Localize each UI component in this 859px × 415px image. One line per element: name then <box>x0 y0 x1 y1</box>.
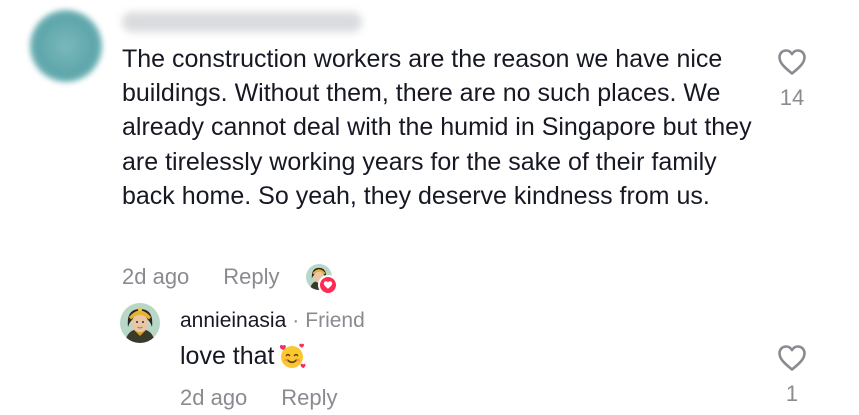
heart-filled-icon <box>317 275 338 295</box>
commenter-avatar[interactable] <box>30 10 102 82</box>
creator-liked-indicator <box>305 264 338 295</box>
reply-username[interactable]: annieinasia <box>180 308 286 334</box>
comment-like-count: 14 <box>779 85 805 110</box>
reply-timestamp: 2d ago <box>180 385 248 410</box>
reply-meta: 2d ago Reply <box>180 383 338 413</box>
reply-text: love that <box>180 342 275 370</box>
commenter-username-redacted[interactable] <box>122 12 362 32</box>
heart-outline-icon[interactable] <box>777 344 807 377</box>
smiling-face-with-hearts-emoji <box>277 341 307 371</box>
comment-reply-button[interactable]: Reply <box>223 264 279 290</box>
reply-header: annieinasia · Friend <box>180 308 365 334</box>
reply-reply-button[interactable]: Reply <box>281 383 337 413</box>
comment-timestamp: 2d ago <box>122 264 190 289</box>
friend-label: Friend <box>305 309 365 332</box>
reply-like-count: 1 <box>785 381 799 406</box>
comment-like-group: 14 <box>770 48 814 111</box>
comment-meta: 2d ago Reply <box>122 262 338 295</box>
heart-outline-icon[interactable] <box>777 48 807 81</box>
reply-separator: · <box>292 309 300 332</box>
comment-text: The construction workers are the reason … <box>122 45 752 210</box>
reply-text-row: love that <box>180 340 307 372</box>
reply-like-group: 1 <box>770 344 814 407</box>
reply-avatar[interactable] <box>120 303 160 343</box>
